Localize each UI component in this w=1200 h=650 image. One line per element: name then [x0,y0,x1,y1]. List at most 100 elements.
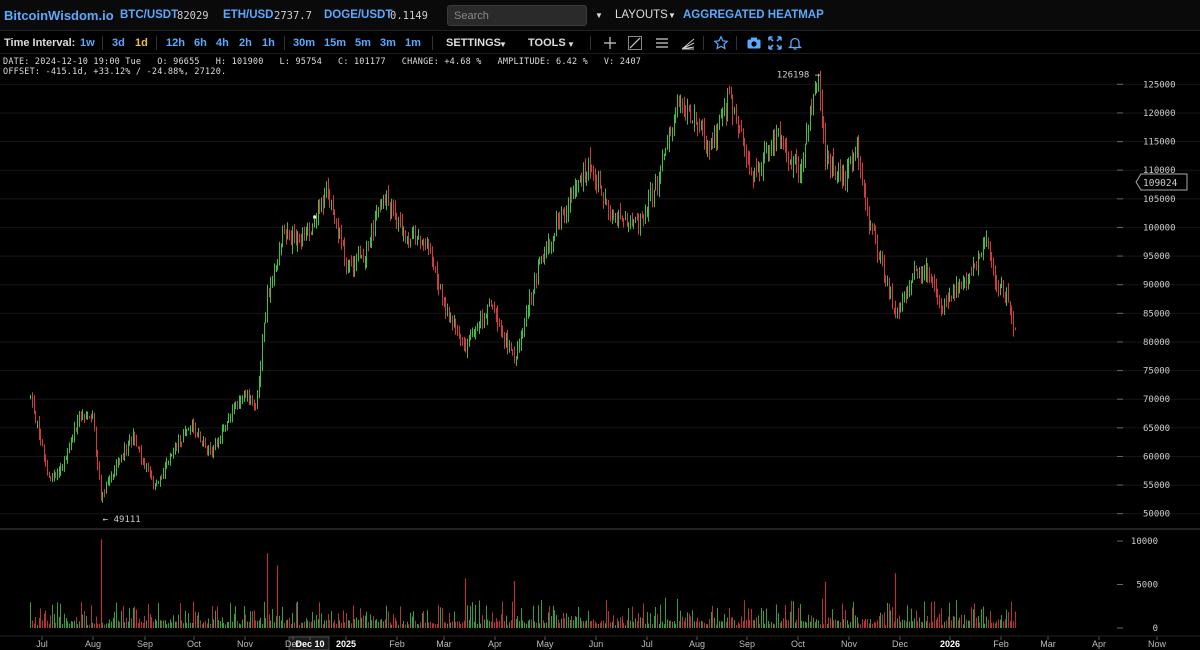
price-tick-label: 85000 [1143,309,1170,319]
interval-5m[interactable]: 5m [355,37,371,49]
toolbar-divider [102,36,103,50]
all-time-high-label: 126198 → [777,70,821,80]
selected-candle-marker [313,215,317,219]
interval-1w[interactable]: 1w [80,37,95,49]
volume-axis: 10000 5000 0 [1117,537,1158,634]
toolbar-divider [432,36,433,50]
price-axis: 1250001200001150001100001050001000009500… [1117,80,1176,520]
site-logo[interactable]: BitcoinWisdom.io [4,8,114,23]
ticker-btc-price: 82029 [177,10,209,22]
time-tick-label: 2025 [336,639,356,649]
period-low-label: ← 49111 [103,515,141,525]
candlestick-series [30,70,1016,503]
toolbar-divider [736,36,737,50]
interval-15m[interactable]: 15m [324,37,346,49]
price-tick-label: 80000 [1143,338,1170,348]
interval-1m[interactable]: 1m [405,37,421,49]
time-tick-label: Jun [589,639,604,649]
top-bar: BitcoinWisdom.io BTC/USDT 82029 ETH/USD … [0,0,1200,31]
time-tick-label: Mar [1040,639,1056,649]
toolbar-divider [703,36,704,50]
ticker-eth-price: 2737.7 [274,10,312,22]
time-tick-label: Aug [689,639,705,649]
time-tick-label: Oct [791,639,806,649]
time-tick-label: Nov [841,639,858,649]
price-tick-label: 90000 [1143,281,1170,291]
toolbar-divider [590,36,591,50]
price-tick-label: 95000 [1143,252,1170,262]
time-axis: Jul Aug Sep Oct Nov Dec Dec 10 2025 Feb Mar Apr May… [0,635,1200,650]
star-icon[interactable] [713,35,729,51]
price-tick-label: 125000 [1143,80,1176,90]
fullscreen-icon[interactable] [767,35,783,51]
current-price-label: 109024 [1143,178,1178,189]
price-tick-label: 105000 [1143,195,1176,205]
time-tick-label: Nov [237,639,254,649]
time-tick-label: Now [1148,639,1167,649]
tools-menu[interactable]: TOOLS [528,37,566,49]
price-tick-label: 70000 [1143,395,1170,405]
search-dropdown-caret-icon[interactable]: ▼ [595,11,603,20]
trendline-icon[interactable] [627,35,643,51]
camera-icon[interactable] [746,35,762,51]
time-tick-label: May [536,639,554,649]
ticker-eth-symbol[interactable]: ETH/USD [223,9,273,21]
price-grid [0,83,1200,515]
price-tick-label: 75000 [1143,367,1170,377]
interval-1d[interactable]: 1d [135,37,148,49]
interval-3d[interactable]: 3d [112,37,125,49]
ticker-doge-price: 0.1149 [390,10,428,22]
layouts-menu[interactable]: LAYOUTS [615,9,668,21]
tools-caret-icon[interactable]: ▼ [567,40,575,49]
price-tick-label: 115000 [1143,138,1176,148]
ticker-btc-symbol[interactable]: BTC/USDT [120,9,178,21]
interval-6h[interactable]: 6h [194,37,207,49]
crosshair-icon[interactable] [602,35,618,51]
time-tick-label: Jul [641,639,653,649]
aggregated-heatmap-link[interactable]: AGGREGATED HEATMAP [683,9,824,21]
volume-tick-label: 0 [1153,624,1158,634]
time-tick-label: Dec [892,639,909,649]
current-price-tag: 109024 [1135,173,1188,191]
time-tick-label: Dec 10 [295,639,324,649]
time-tick-label: 2026 [940,639,960,649]
time-interval-label: Time Interval: [4,37,76,49]
time-tick-label: Sep [739,639,755,649]
volume-tick-label: 10000 [1131,537,1158,547]
time-tick-label: Aug [85,639,101,649]
horizontal-lines-icon[interactable] [654,35,670,51]
price-chart[interactable]: 1250001200001150001100001050001000009500… [0,54,1200,650]
interval-1h[interactable]: 1h [262,37,275,49]
toolbar-divider [156,36,157,50]
fib-fan-icon[interactable] [680,35,696,51]
interval-12h[interactable]: 12h [166,37,185,49]
toolbar-divider [284,36,285,50]
interval-4h[interactable]: 4h [216,37,229,49]
time-tick-label: Feb [389,639,405,649]
time-tick-label: Feb [993,639,1009,649]
time-tick-label: Mar [436,639,452,649]
settings-caret-icon[interactable]: ▼ [499,40,507,49]
price-tick-label: 55000 [1143,481,1170,491]
ticker-doge-symbol[interactable]: DOGE/USDT [324,9,392,21]
price-tick-label: 60000 [1143,452,1170,462]
price-tick-label: 50000 [1143,510,1170,520]
chart-toolbar: Time Interval: 1w 3d 1d 12h 6h 4h 2h 1h … [0,32,1200,54]
layouts-caret-icon[interactable]: ▼ [668,11,676,20]
volume-tick-label: 5000 [1136,581,1158,591]
price-tick-label: 65000 [1143,424,1170,434]
time-tick-label: Apr [1092,639,1106,649]
time-tick-label: Jul [36,639,48,649]
volume-series [30,539,1016,628]
price-tick-label: 100000 [1143,223,1176,233]
search-input[interactable] [447,5,587,26]
interval-2h[interactable]: 2h [239,37,252,49]
time-tick-label: Sep [137,639,153,649]
price-tick-label: 120000 [1143,109,1176,119]
time-tick-label: Oct [187,639,202,649]
interval-30m[interactable]: 30m [293,37,315,49]
alert-bell-icon[interactable] [787,35,803,51]
settings-menu[interactable]: SETTINGS [446,37,501,49]
time-tick-label: Apr [488,639,502,649]
interval-3m[interactable]: 3m [380,37,396,49]
